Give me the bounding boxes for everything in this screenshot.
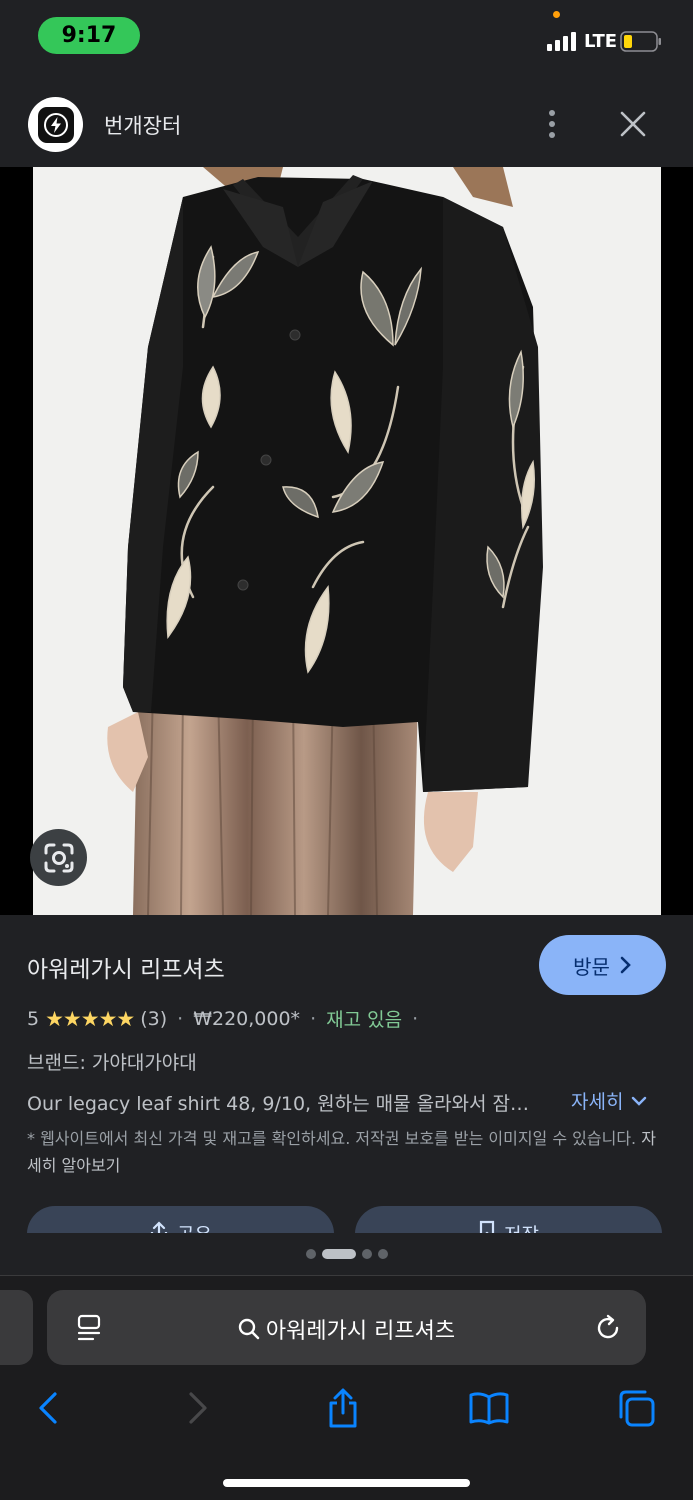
address-bar[interactable]: 아워레가시 리프셔츠: [47, 1290, 646, 1365]
expand-details-label: 자세히: [571, 1091, 624, 1113]
disclaimer-text: * 웹사이트에서 최신 가격 및 재고를 확인하세요. 저작권 보호를 받는 이…: [27, 1129, 637, 1148]
expand-details-button[interactable]: 자세히: [571, 1087, 647, 1114]
status-bar: 9:17 LTE: [0, 0, 693, 70]
address-text[interactable]: 아워레가시 리프셔츠: [47, 1313, 646, 1345]
network-type: LTE: [584, 31, 618, 52]
disclaimer-notice: * 웹사이트에서 최신 가격 및 재고를 확인하세요. 저작권 보호를 받는 이…: [27, 1125, 667, 1179]
pager-dot-active[interactable]: [321, 1249, 356, 1259]
separator: ·: [412, 1007, 419, 1030]
chevron-right-icon: [620, 956, 631, 974]
back-icon[interactable]: [26, 1386, 70, 1430]
share-sheet-icon[interactable]: [321, 1386, 365, 1430]
chevron-down-icon: [632, 1096, 647, 1106]
previous-tab-preview[interactable]: [0, 1290, 33, 1365]
battery-icon: [620, 31, 661, 52]
lightning-bolt-icon: [37, 106, 74, 143]
product-title[interactable]: 아워레가시 리프셔츠: [27, 950, 225, 984]
google-lens-icon[interactable]: [30, 829, 87, 886]
pager-dot[interactable]: [305, 1249, 316, 1259]
bookmarks-icon[interactable]: [467, 1386, 511, 1430]
site-name[interactable]: 번개장터: [104, 110, 181, 140]
stock-status: 재고 있음: [326, 1009, 403, 1031]
brand-info: 브랜드: 가야대가야대: [27, 1052, 197, 1074]
share-button[interactable]: 공유: [27, 1206, 334, 1233]
review-count[interactable]: (3): [140, 1008, 167, 1030]
separator: ·: [177, 1007, 184, 1030]
separator: ·: [310, 1007, 317, 1030]
tabs-icon[interactable]: [614, 1386, 658, 1430]
address-query: 아워레가시 리프셔츠: [265, 1319, 456, 1344]
star-rating-icon: ★★★★★: [45, 1006, 135, 1031]
product-details: 아워레가시 리프셔츠 방문 5 ★★★★★ (3) · ₩220,000* · …: [0, 915, 693, 1233]
forward-icon[interactable]: [176, 1386, 220, 1430]
privacy-indicator-dot: [553, 11, 560, 18]
rating-price-row: 5 ★★★★★ (3) · ₩220,000* · 재고 있음 ·: [27, 1005, 428, 1032]
price: ₩220,000*: [193, 1007, 301, 1030]
share-icon: [150, 1221, 168, 1233]
pager-dots: [0, 1233, 693, 1275]
product-description: Our legacy leaf shirt 48, 9/10, 원하는 매물 올…: [27, 1093, 530, 1115]
close-icon[interactable]: [617, 108, 649, 140]
save-label: 저장: [504, 1220, 539, 1233]
browser-toolbar: [0, 1386, 693, 1436]
status-time: 9:17: [38, 17, 140, 54]
browser-bottom-bar: 아워레가시 리프셔츠: [0, 1275, 693, 1500]
more-vertical-icon[interactable]: [538, 106, 566, 142]
bookmark-icon: [479, 1220, 495, 1233]
image-viewer: [0, 167, 693, 915]
pager-dot[interactable]: [361, 1249, 372, 1259]
site-logo[interactable]: [28, 97, 83, 152]
search-icon: [238, 1318, 260, 1340]
share-label: 공유: [177, 1220, 212, 1233]
visit-button[interactable]: 방문: [539, 935, 666, 995]
pager-dot[interactable]: [377, 1249, 388, 1259]
reload-icon[interactable]: [595, 1314, 623, 1342]
visit-button-label: 방문: [573, 954, 610, 979]
signal-bars-icon: [547, 32, 576, 51]
save-button[interactable]: 저장: [355, 1206, 662, 1233]
home-indicator[interactable]: [223, 1479, 470, 1487]
result-header: 번개장터: [0, 70, 693, 167]
product-image[interactable]: [33, 167, 661, 915]
rating-value: 5: [27, 1007, 40, 1030]
